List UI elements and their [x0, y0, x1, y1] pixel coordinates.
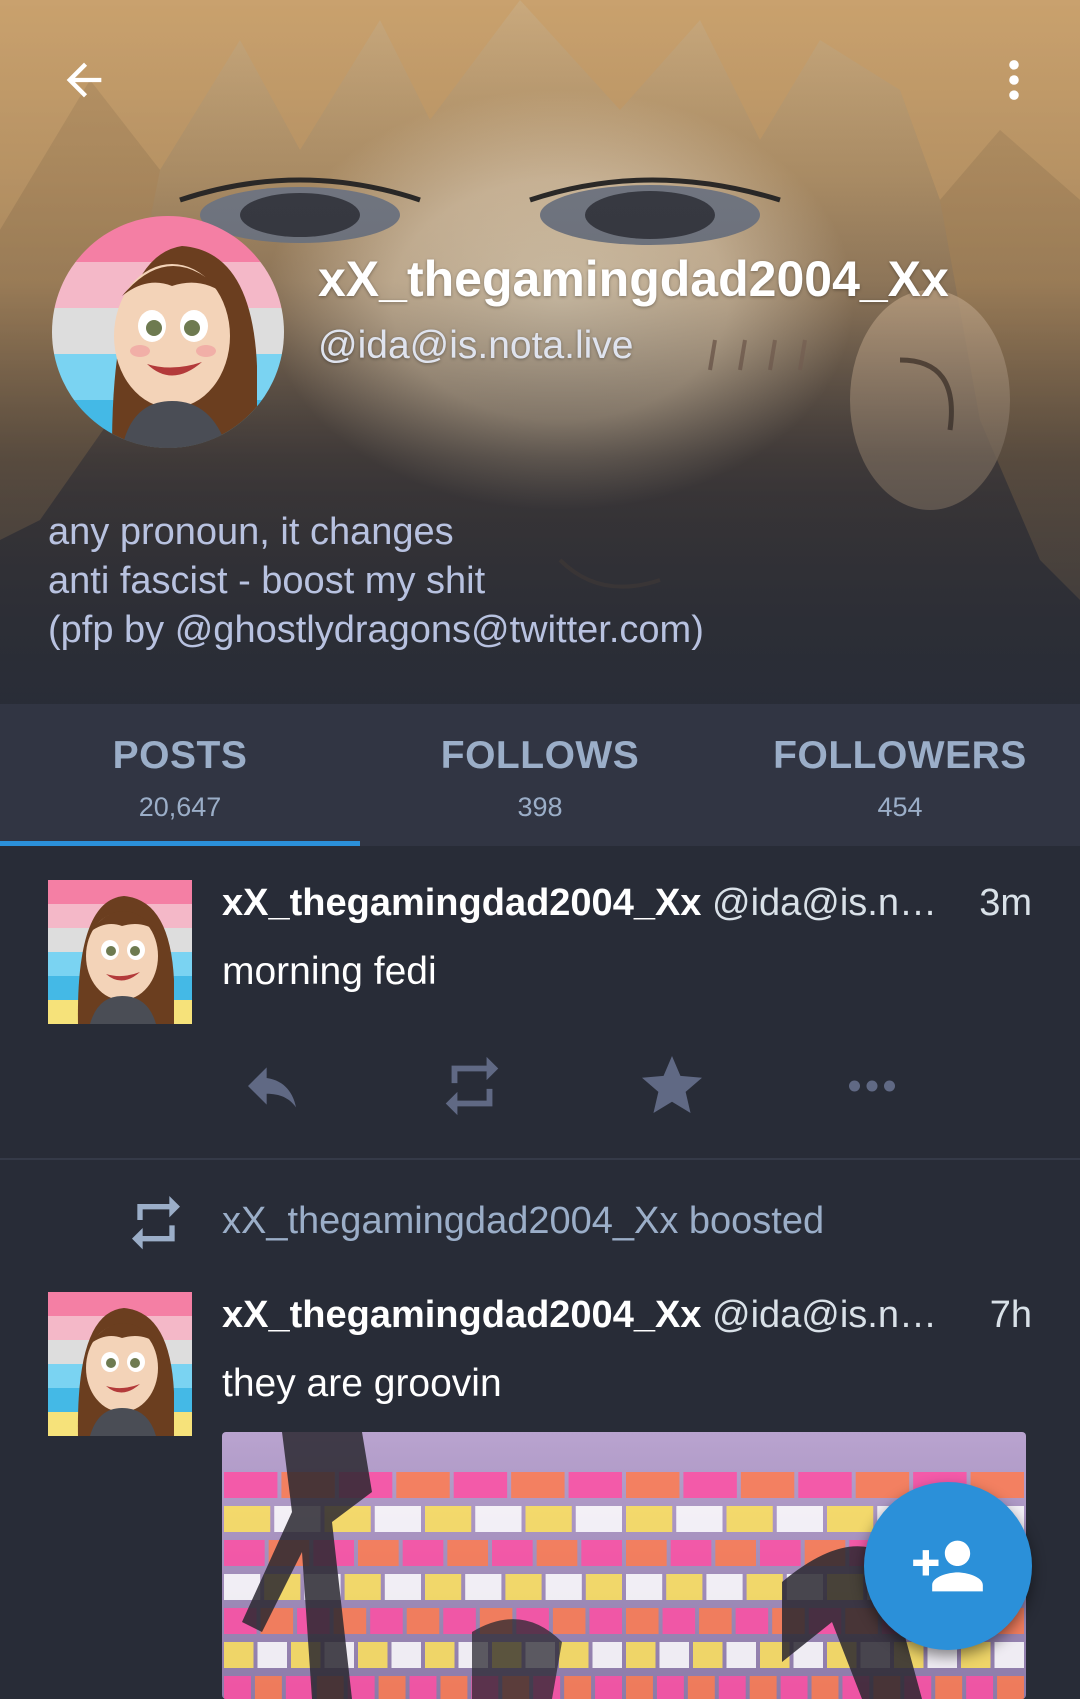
- bio-line[interactable]: (pfp by @ghostlydragons@twitter.com): [48, 606, 1048, 655]
- reply-button[interactable]: [232, 1046, 312, 1126]
- status-time: 7h: [989, 1294, 1032, 1336]
- profile-display-name: xX_thegamingdad2004_Xx: [318, 251, 949, 307]
- status-content: they are groovin: [222, 1362, 502, 1405]
- profile-avatar[interactable]: [52, 216, 284, 448]
- status-avatar[interactable]: [48, 1292, 192, 1436]
- more-vert-icon: [1009, 60, 1019, 100]
- favourite-star-icon: [642, 1056, 702, 1113]
- status-actions: [222, 1046, 962, 1126]
- status-acct: @ida@is.n…: [712, 1294, 937, 1336]
- tab-label: FOLLOWS: [440, 734, 640, 777]
- status-author[interactable]: xX_thegamingdad2004_Xx @ida@is.n…: [222, 882, 937, 925]
- status-more-button[interactable]: [832, 1046, 912, 1126]
- back-button[interactable]: [52, 48, 116, 112]
- status-item[interactable]: xX_thegamingdad2004_Xx @ida@is.n… 3m mor…: [0, 846, 1080, 1160]
- boosted-by-label[interactable]: xX_thegamingdad2004_Xx boosted: [222, 1200, 824, 1243]
- status-time: 3m: [979, 882, 1032, 924]
- profile-bio: any pronoun, it changes anti fascist - b…: [48, 508, 1048, 655]
- bio-line: any pronoun, it changes: [48, 511, 454, 553]
- boost-button[interactable]: [432, 1046, 512, 1126]
- status-content: morning fedi: [222, 950, 437, 993]
- status-author[interactable]: xX_thegamingdad2004_Xx @ida@is.n…: [222, 1294, 937, 1337]
- bio-line: anti fascist - boost my shit: [48, 560, 486, 602]
- boost-icon: [445, 1056, 499, 1116]
- tab-posts[interactable]: POSTS 20,647: [0, 704, 360, 846]
- profile-tabs: POSTS 20,647 FOLLOWS 398 FOLLOWERS 454: [0, 704, 1080, 846]
- profile-header: xX_thegamingdad2004_Xx @ida@is.nota.live…: [0, 0, 1080, 704]
- tab-follows[interactable]: FOLLOWS 398: [360, 704, 720, 846]
- follow-fab-button[interactable]: [864, 1482, 1032, 1650]
- tab-followers[interactable]: FOLLOWERS 454: [720, 704, 1080, 846]
- tab-count: 398: [517, 792, 563, 822]
- tab-count: 20,647: [138, 792, 222, 822]
- status-acct: @ida@is.n…: [712, 882, 937, 924]
- reply-icon: [248, 1067, 296, 1108]
- favourite-button[interactable]: [632, 1046, 712, 1126]
- add-person-icon: [913, 1540, 983, 1592]
- boost-icon: [132, 1196, 180, 1250]
- tab-count: 454: [877, 792, 923, 822]
- tab-label: FOLLOWERS: [773, 734, 1027, 777]
- back-arrow-icon: [66, 62, 102, 98]
- status-avatar[interactable]: [48, 880, 192, 1024]
- boost-indicator: xX_thegamingdad2004_Xx boosted: [0, 1190, 1080, 1260]
- more-options-button[interactable]: [984, 48, 1044, 112]
- status-display-name: xX_thegamingdad2004_Xx: [222, 1294, 702, 1336]
- profile-handle: @ida@is.nota.live: [318, 324, 634, 367]
- status-display-name: xX_thegamingdad2004_Xx: [222, 882, 702, 924]
- tab-label: POSTS: [112, 734, 248, 777]
- more-horiz-icon: [849, 1080, 895, 1092]
